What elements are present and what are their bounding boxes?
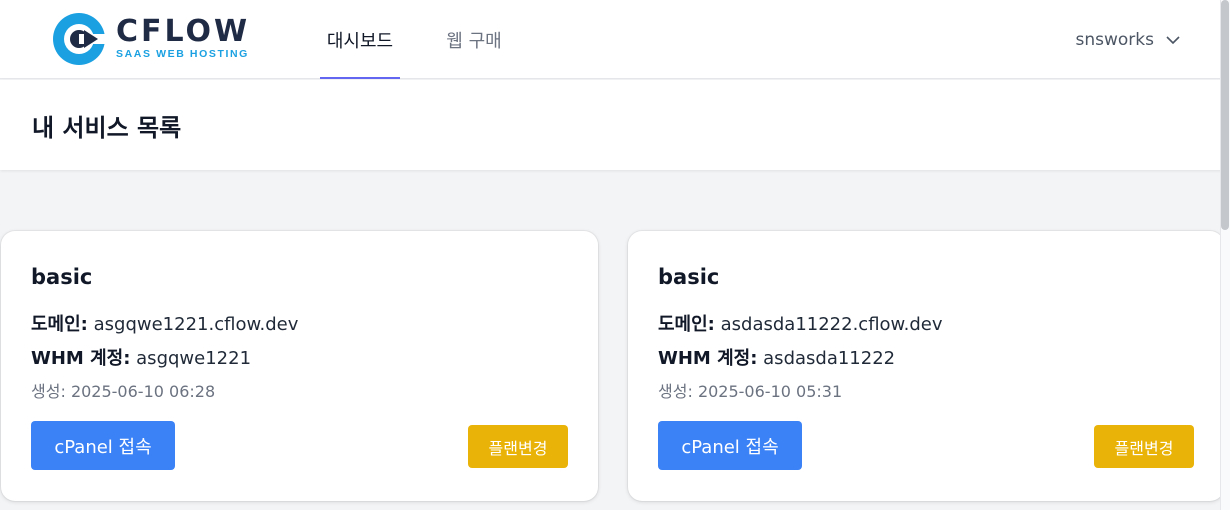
- page-header: 내 서비스 목록: [0, 80, 1230, 170]
- cflow-logo-icon: [53, 13, 107, 65]
- chevron-down-icon: [1166, 35, 1180, 44]
- created-label: 생성:: [31, 382, 66, 401]
- vertical-scrollbar[interactable]: [1220, 0, 1230, 510]
- whm-label: WHM 계정:: [658, 348, 758, 369]
- brand-title: CFLOW: [116, 14, 251, 49]
- whm-label: WHM 계정:: [31, 348, 131, 369]
- brand-subtitle: SAAS WEB HOSTING: [116, 48, 249, 60]
- service-card: basic 도메인: asdasda11222.cflow.dev WHM 계정…: [628, 231, 1224, 501]
- service-domain-row: 도메인: asgqwe1221.cflow.dev: [31, 310, 298, 336]
- tab-web-purchase[interactable]: 웹 구매: [438, 0, 510, 79]
- domain-value: asgqwe1221.cflow.dev: [93, 314, 299, 335]
- cpanel-login-button[interactable]: cPanel 접속: [31, 421, 175, 470]
- service-created-row: 생성: 2025-06-10 06:28: [31, 378, 215, 402]
- domain-value: asdasda11222.cflow.dev: [720, 314, 943, 335]
- service-card: basic 도메인: asgqwe1221.cflow.dev WHM 계정: …: [1, 231, 598, 501]
- created-value: 2025-06-10 05:31: [697, 382, 843, 401]
- brand-logo[interactable]: CFLOW SAAS WEB HOSTING: [50, 10, 260, 68]
- service-plan: basic: [658, 265, 720, 289]
- change-plan-button[interactable]: 플랜변경: [1094, 425, 1194, 468]
- scrollbar-thumb[interactable]: [1221, 0, 1229, 230]
- user-menu[interactable]: snsworks: [1076, 0, 1180, 79]
- top-navigation: CFLOW SAAS WEB HOSTING 대시보드 웹 구매 snswork…: [0, 0, 1230, 79]
- tab-dashboard[interactable]: 대시보드: [320, 0, 400, 79]
- change-plan-button[interactable]: 플랜변경: [468, 425, 568, 468]
- created-label: 생성:: [658, 382, 693, 401]
- service-domain-row: 도메인: asdasda11222.cflow.dev: [658, 310, 943, 336]
- created-value: 2025-06-10 06:28: [70, 382, 216, 401]
- service-whm-row: WHM 계정: asdasda11222: [658, 344, 895, 370]
- whm-value: asdasda11222: [763, 348, 896, 369]
- username: snsworks: [1075, 29, 1154, 50]
- page-title: 내 서비스 목록: [32, 114, 182, 142]
- service-whm-row: WHM 계정: asgqwe1221: [31, 344, 251, 370]
- cpanel-login-button[interactable]: cPanel 접속: [658, 421, 802, 470]
- whm-value: asgqwe1221: [136, 348, 252, 369]
- domain-label: 도메인:: [31, 314, 88, 335]
- service-plan: basic: [31, 265, 93, 289]
- service-created-row: 생성: 2025-06-10 05:31: [658, 378, 842, 402]
- domain-label: 도메인:: [658, 314, 715, 335]
